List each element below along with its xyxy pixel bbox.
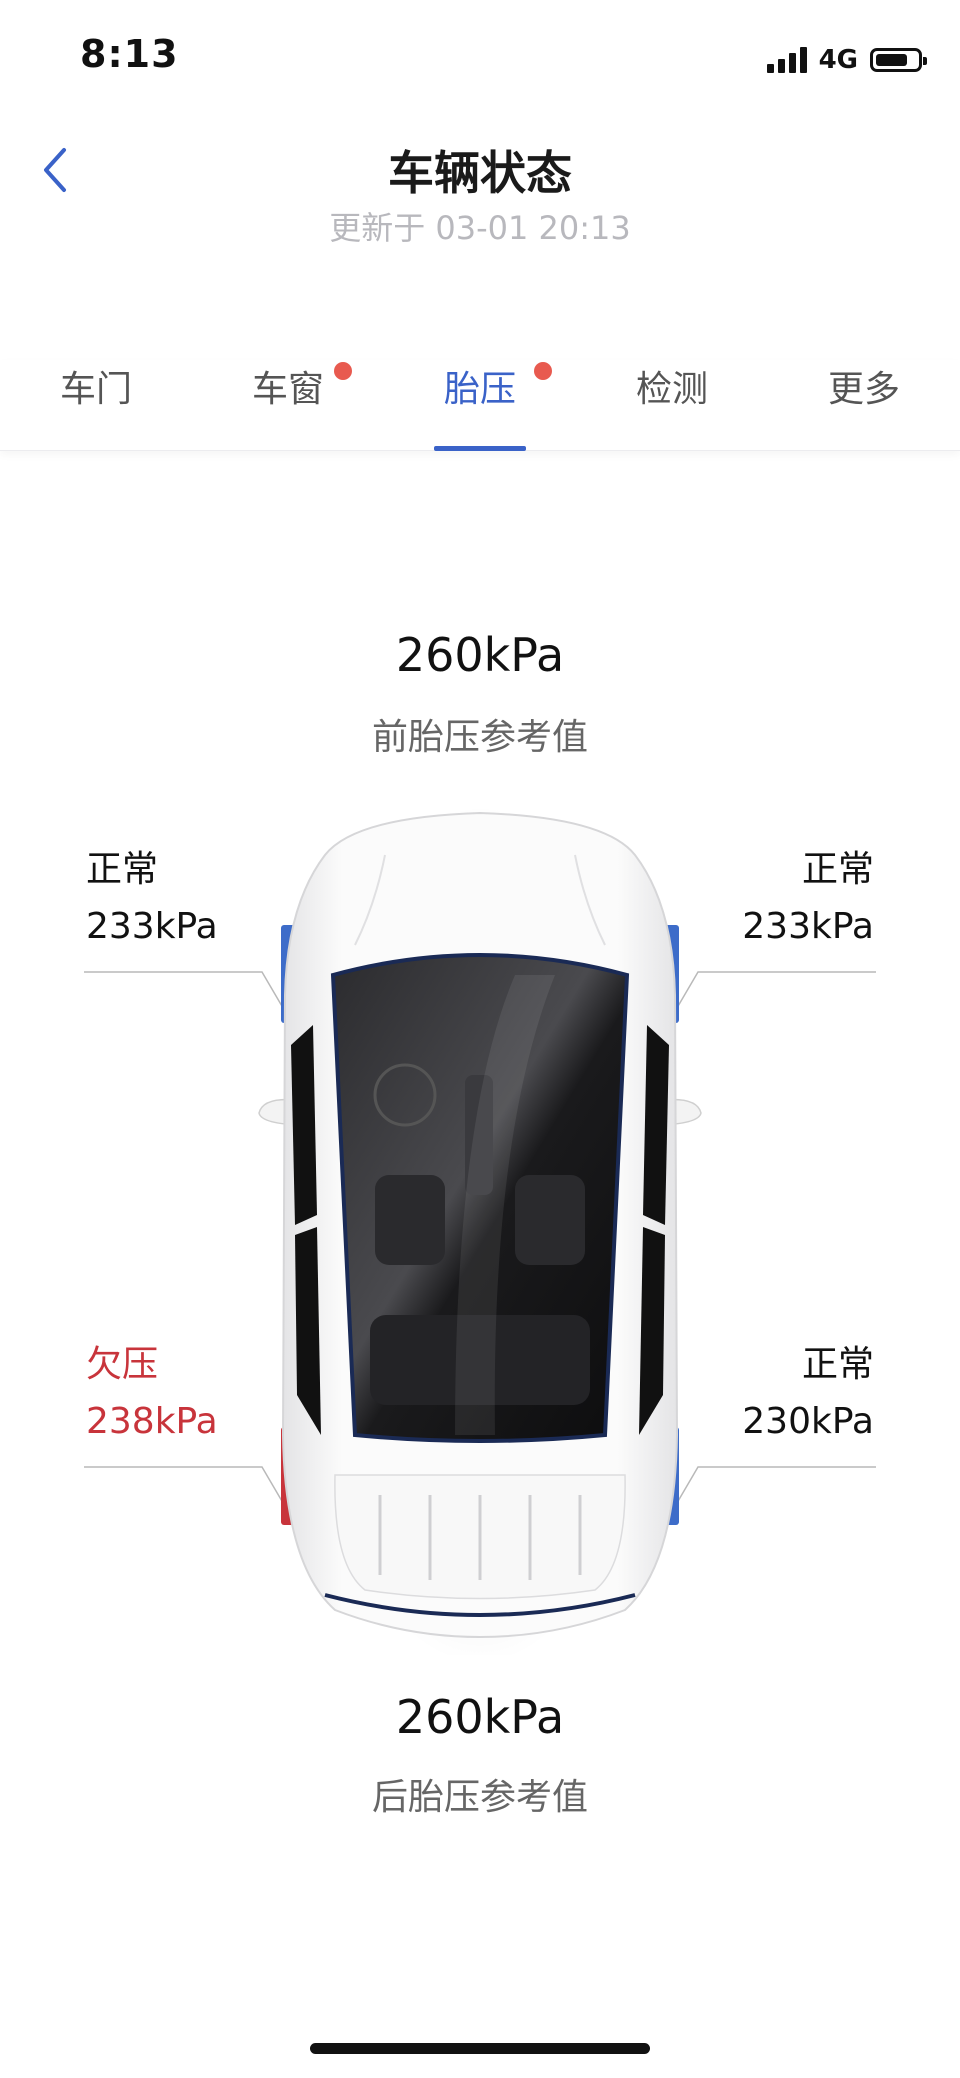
front-seat-left — [375, 1175, 445, 1265]
left-side-window — [291, 1025, 317, 1225]
rear-reference-label: 后胎压参考值 — [371, 1777, 588, 1818]
front-seat-right — [515, 1175, 585, 1265]
right-side-window — [643, 1025, 669, 1225]
car-top-view-illustration — [258, 805, 702, 1655]
home-indicator[interactable] — [310, 2043, 650, 2054]
rear-reference-value: 260kPa — [395, 1690, 565, 1744]
